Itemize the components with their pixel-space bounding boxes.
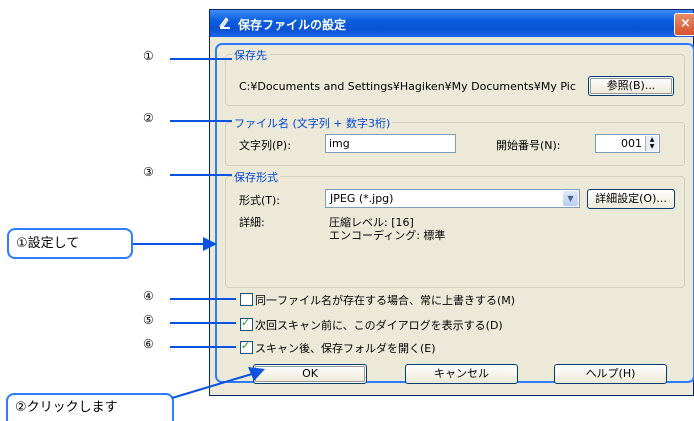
browse-button[interactable]: 参照(B)... bbox=[588, 76, 674, 96]
leader-line-3 bbox=[170, 174, 232, 176]
open-folder-checkbox[interactable] bbox=[240, 339, 253, 354]
chevron-down-icon[interactable]: ▼ bbox=[563, 191, 578, 206]
overwrite-label: 同一ファイル名が存在する場合、常に上書きする(M) bbox=[255, 294, 516, 307]
title-bar[interactable]: 保存ファイルの設定 × bbox=[210, 10, 694, 37]
details-encoding: エンコーディング: 標準 bbox=[329, 229, 446, 242]
show-dialog-checkbox[interactable] bbox=[240, 316, 253, 331]
start-number-label: 開始番号(N): bbox=[496, 139, 561, 152]
close-icon: × bbox=[680, 16, 691, 31]
annotation-4: ④ bbox=[143, 289, 154, 303]
leader-line-2 bbox=[170, 120, 232, 122]
annotation-3: ③ bbox=[143, 165, 154, 179]
help-button[interactable]: ヘルプ(H) bbox=[554, 364, 667, 384]
dialog-title: 保存ファイルの設定 bbox=[238, 18, 347, 32]
save-destination-legend: 保存先 bbox=[232, 47, 269, 63]
annotation-6: ⑥ bbox=[143, 337, 154, 351]
cancel-button[interactable]: キャンセル bbox=[405, 364, 518, 384]
start-number-value: 001 bbox=[621, 137, 642, 150]
open-folder-label: スキャン後、保存フォルダを開く(E) bbox=[255, 342, 436, 355]
leader-line-5 bbox=[170, 322, 236, 324]
scanner-icon bbox=[219, 17, 230, 29]
filename-legend: ファイル名 (文字列 + 数字3桁) bbox=[232, 115, 393, 131]
callout-arrow-1 bbox=[133, 237, 217, 251]
save-file-settings-dialog: 保存ファイルの設定 × 保存先 C:¥Documents and Setting… bbox=[209, 9, 694, 396]
format-select[interactable]: JPEG (*.jpg) ▼ bbox=[325, 189, 580, 208]
callout-arrow-2 bbox=[171, 367, 265, 399]
details-label: 詳細: bbox=[239, 216, 265, 229]
format-type-label: 形式(T): bbox=[239, 194, 281, 207]
leader-line-4 bbox=[170, 298, 236, 300]
prefix-input[interactable]: img bbox=[325, 134, 456, 153]
leader-line-6 bbox=[170, 346, 236, 348]
detail-settings-button[interactable]: 詳細設定(O)... bbox=[587, 189, 675, 209]
callout-click: ②クリックします bbox=[6, 393, 174, 421]
start-number-stepper[interactable]: 001 ▲ ▼ bbox=[595, 134, 660, 153]
format-select-value: JPEG (*.jpg) bbox=[330, 192, 394, 205]
callout-configure: ①設定して bbox=[7, 228, 133, 259]
callout-click-text: ②クリックします bbox=[15, 400, 118, 415]
prefix-label: 文字列(P): bbox=[239, 139, 291, 152]
format-legend: 保存形式 bbox=[232, 169, 280, 185]
callout-configure-text: ①設定して bbox=[16, 236, 80, 251]
leader-line-1 bbox=[170, 58, 232, 60]
annotation-2: ② bbox=[143, 111, 154, 125]
spin-arrows-icon[interactable]: ▲ ▼ bbox=[645, 136, 658, 151]
annotation-1: ① bbox=[143, 49, 154, 63]
overwrite-checkbox[interactable] bbox=[240, 293, 253, 306]
ok-button[interactable]: OK bbox=[253, 364, 367, 384]
annotation-5: ⑤ bbox=[143, 313, 154, 327]
close-button[interactable]: × bbox=[674, 13, 694, 36]
show-dialog-label: 次回スキャン前に、このダイアログを表示する(D) bbox=[255, 319, 503, 332]
save-path-text: C:¥Documents and Settings¥Hagiken¥My Doc… bbox=[239, 80, 576, 93]
